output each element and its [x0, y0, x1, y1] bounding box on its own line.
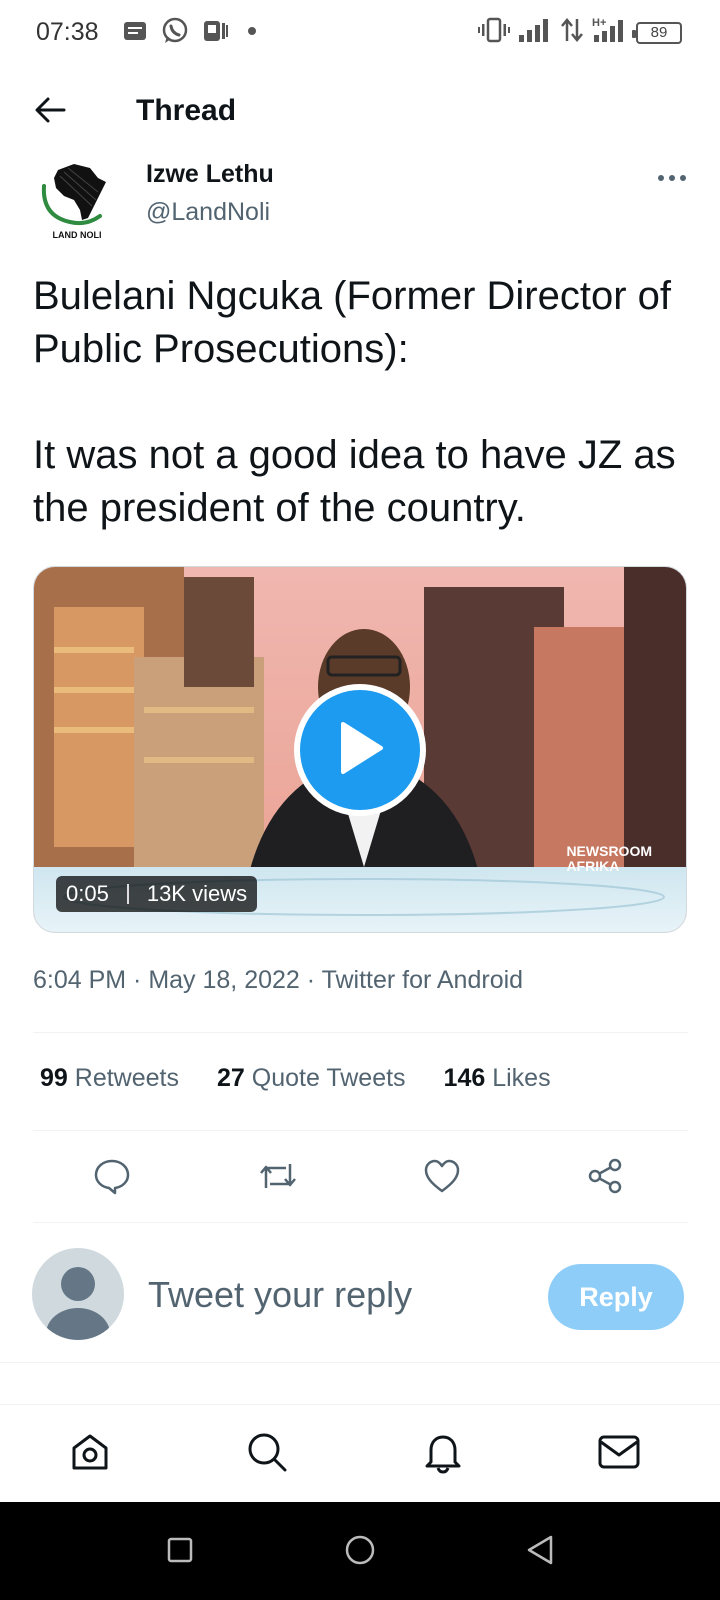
- quotes-label: Quote Tweets: [251, 1064, 406, 1092]
- like-action-button[interactable]: [420, 1156, 464, 1200]
- logo-text: LAND NOLI: [53, 230, 102, 240]
- heart-icon: [423, 1158, 461, 1199]
- nav-search[interactable]: [242, 1429, 292, 1479]
- square-icon: [166, 1536, 194, 1569]
- signal-icon: [518, 17, 552, 48]
- mail-icon: [597, 1432, 641, 1477]
- retweet-icon: [258, 1158, 298, 1199]
- more-options-button[interactable]: [652, 166, 692, 190]
- divider: [33, 1222, 688, 1223]
- play-button[interactable]: [294, 684, 426, 816]
- bell-icon: [421, 1430, 465, 1479]
- video-duration: 0:05: [66, 881, 109, 906]
- video-views: 13K views: [146, 881, 248, 906]
- default-avatar-icon: [46, 1267, 110, 1340]
- author-avatar[interactable]: LAND NOLI: [34, 156, 120, 242]
- home-icon: [68, 1430, 112, 1479]
- brand-line1: NEWSROOM: [566, 843, 652, 859]
- data-arrows-icon: [560, 17, 584, 48]
- tweet-author: LAND NOLI Izwe Lethu @LandNoli: [0, 150, 720, 240]
- reply-action-button[interactable]: [90, 1156, 134, 1200]
- tweet-text: Bulelani Ngcuka (Former Director of Publ…: [33, 270, 693, 535]
- message-icon: [122, 19, 148, 48]
- back-system-button[interactable]: [520, 1532, 560, 1572]
- status-icons-left: [122, 16, 262, 51]
- triangle-back-icon: [525, 1534, 555, 1571]
- nav-notifications[interactable]: [418, 1429, 468, 1479]
- reply-input[interactable]: Tweet your reply: [148, 1274, 412, 1316]
- divider: [0, 1362, 720, 1363]
- likes-count: 146: [443, 1064, 486, 1092]
- likes-stat[interactable]: 146 Likes: [444, 1064, 551, 1093]
- system-navigation-bar: [0, 1502, 720, 1600]
- quotes-stat[interactable]: 27 Quote Tweets: [217, 1064, 406, 1093]
- tweet-timestamp: 6:04 PM · May 18, 2022 · Twitter for And…: [33, 966, 524, 994]
- share-action-button[interactable]: [584, 1156, 628, 1200]
- search-icon: [245, 1430, 289, 1479]
- divider: [33, 1130, 688, 1131]
- reply-composer: Tweet your reply Reply: [0, 1246, 720, 1342]
- retweets-stat[interactable]: 99 Retweets: [40, 1064, 179, 1093]
- hplus-signal-icon: H+: [592, 16, 628, 49]
- reply-button[interactable]: Reply: [548, 1264, 684, 1330]
- svg-text:H+: H+: [592, 17, 606, 29]
- circle-icon: [344, 1534, 376, 1571]
- tweet-stats: 99 Retweets 27 Quote Tweets 146 Likes: [40, 1064, 551, 1093]
- home-system-button[interactable]: [340, 1532, 380, 1572]
- status-icons-right: H+ 89: [478, 16, 682, 49]
- tweet-actions: [0, 1156, 720, 1200]
- user-avatar[interactable]: [32, 1248, 124, 1340]
- tweet-text-line1: Bulelani Ngcuka (Former Director of Publ…: [33, 274, 671, 371]
- tweet-video[interactable]: 0:05 13K views NEWSROOM AFRIKA: [33, 566, 687, 933]
- retweets-count: 99: [40, 1064, 68, 1092]
- tweet-text-line2: It was not a good idea to have JZ as the…: [33, 433, 676, 530]
- brand-line2: AFRIKA: [566, 858, 620, 874]
- battery-level: 89: [650, 24, 668, 41]
- retweet-action-button[interactable]: [256, 1156, 300, 1200]
- dot-icon: [242, 21, 262, 46]
- share-icon: [587, 1157, 625, 1200]
- author-handle[interactable]: @LandNoli: [146, 198, 270, 227]
- back-button[interactable]: [30, 92, 70, 132]
- likes-label: Likes: [492, 1064, 551, 1092]
- quotes-count: 27: [216, 1064, 245, 1092]
- app-icon: [202, 18, 230, 49]
- arrow-left-icon: [34, 96, 66, 129]
- battery-icon: 89: [632, 21, 682, 44]
- status-time: 07:38: [36, 18, 99, 46]
- status-bar: 07:38 H+ 89: [0, 0, 720, 66]
- comment-icon: [93, 1157, 131, 1200]
- page-title: Thread: [136, 94, 237, 127]
- africa-logo-icon: LAND NOLI: [41, 164, 106, 240]
- nav-home[interactable]: [65, 1429, 115, 1479]
- more-dots-icon: [657, 169, 687, 187]
- thread-header: Thread: [0, 80, 720, 146]
- nav-messages[interactable]: [594, 1429, 644, 1479]
- recents-button[interactable]: [160, 1532, 200, 1572]
- newsroom-afrika-logo: NEWSROOM AFRIKA: [566, 844, 652, 874]
- bottom-navigation: [0, 1404, 720, 1502]
- retweets-label: Retweets: [74, 1064, 179, 1092]
- play-icon: [335, 720, 385, 781]
- author-name[interactable]: Izwe Lethu: [146, 160, 274, 189]
- whatsapp-icon: [160, 16, 190, 51]
- divider: [33, 1032, 688, 1033]
- vibrate-icon: [478, 17, 510, 48]
- video-meta-badge: 0:05 13K views: [56, 876, 258, 912]
